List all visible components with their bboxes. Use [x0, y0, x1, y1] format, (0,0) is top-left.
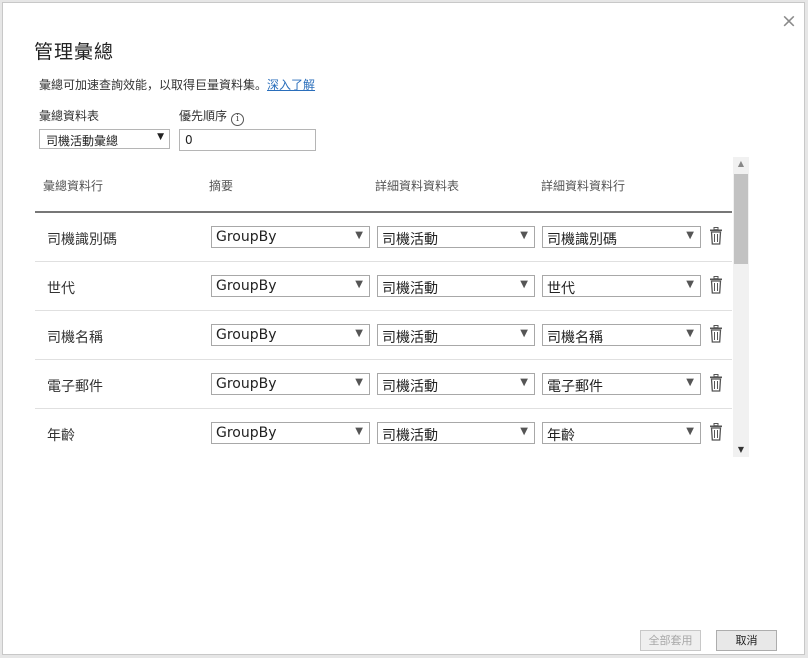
- row-name: 司機名稱: [47, 330, 103, 346]
- chevron-down-icon: ▼: [520, 426, 528, 437]
- summarization-select[interactable]: GroupBy ▼: [211, 422, 370, 444]
- detail-column-value: 年齡: [547, 428, 575, 444]
- detail-column-value: 司機識別碼: [547, 232, 617, 248]
- row-name: 世代: [47, 281, 75, 297]
- detail-table-select[interactable]: 司機活動 ▼: [377, 422, 535, 444]
- chevron-down-icon: ▼: [686, 377, 694, 388]
- chevron-down-icon: ▼: [686, 328, 694, 339]
- close-icon[interactable]: ×: [779, 11, 799, 31]
- row-name: 司機識別碼: [47, 232, 117, 248]
- summarization-value: GroupBy: [216, 278, 277, 294]
- cancel-button[interactable]: 取消: [716, 630, 777, 651]
- chevron-down-icon: ▼: [355, 279, 363, 290]
- detail-column-value: 司機名稱: [547, 330, 603, 346]
- detail-column-select[interactable]: 司機名稱 ▼: [542, 324, 701, 346]
- summarization-select[interactable]: GroupBy ▼: [211, 324, 370, 346]
- detail-table-select[interactable]: 司機活動 ▼: [377, 373, 535, 395]
- table-row: 司機名稱 GroupBy ▼ 司機活動 ▼ 司機名稱 ▼: [35, 311, 732, 360]
- table-row: 司機識別碼 GroupBy ▼ 司機活動 ▼ 司機識別碼 ▼: [35, 213, 732, 262]
- detail-column-select[interactable]: 司機識別碼 ▼: [542, 226, 701, 248]
- scrollbar-thumb[interactable]: [734, 174, 748, 264]
- trash-icon[interactable]: [709, 423, 723, 441]
- table-row: 世代 GroupBy ▼ 司機活動 ▼ 世代 ▼: [35, 262, 732, 311]
- detail-column-select[interactable]: 世代 ▼: [542, 275, 701, 297]
- chevron-down-icon: ▼: [686, 279, 694, 290]
- chevron-down-icon: ▼: [355, 426, 363, 437]
- trash-icon[interactable]: [709, 325, 723, 343]
- summarization-value: GroupBy: [216, 425, 277, 441]
- detail-table-select[interactable]: 司機活動 ▼: [377, 226, 535, 248]
- aggregation-table-value: 司機活動彙總: [46, 134, 119, 148]
- manage-aggregations-dialog: × 管理彙總 彙總可加速查詢效能，以取得巨量資料集。深入了解 彙總資料表 司機活…: [2, 2, 805, 655]
- detail-column-value: 電子郵件: [547, 379, 603, 395]
- priority-input[interactable]: 0: [179, 129, 316, 151]
- detail-table-select[interactable]: 司機活動 ▼: [377, 275, 535, 297]
- chevron-down-icon: ▼: [520, 328, 528, 339]
- apply-all-button[interactable]: 全部套用: [640, 630, 701, 651]
- summarization-value: GroupBy: [216, 327, 277, 343]
- dialog-title: 管理彙總: [34, 41, 115, 63]
- trash-icon[interactable]: [709, 374, 723, 392]
- trash-icon[interactable]: [709, 227, 723, 245]
- chevron-down-icon: ▼: [686, 426, 694, 437]
- chevron-down-icon: ▼: [520, 230, 528, 241]
- learn-more-link[interactable]: 深入了解: [267, 78, 315, 92]
- header-summarization: 摘要: [209, 179, 234, 193]
- priority-label: 優先順序: [179, 109, 228, 123]
- vertical-scrollbar[interactable]: ▲ ▼: [733, 157, 749, 457]
- chevron-down-icon: ▼: [520, 377, 528, 388]
- summarization-select[interactable]: GroupBy ▼: [211, 275, 370, 297]
- header-detail-column: 詳細資料資料行: [541, 179, 626, 193]
- row-name: 年齡: [47, 428, 75, 444]
- chevron-down-icon: ▼: [520, 279, 528, 290]
- aggregation-table-select[interactable]: 司機活動彙總 ▼: [39, 129, 170, 149]
- detail-table-value: 司機活動: [382, 428, 438, 444]
- priority-label-group: 優先順序 i: [179, 107, 245, 126]
- detail-table-value: 司機活動: [382, 232, 438, 248]
- detail-table-value: 司機活動: [382, 281, 438, 297]
- detail-column-select[interactable]: 電子郵件 ▼: [542, 373, 701, 395]
- dialog-description: 彙總可加速查詢效能，以取得巨量資料集。深入了解: [39, 76, 315, 93]
- chevron-down-icon: ▼: [355, 328, 363, 339]
- detail-table-value: 司機活動: [382, 330, 438, 346]
- detail-table-select[interactable]: 司機活動 ▼: [377, 324, 535, 346]
- scroll-down-icon[interactable]: ▼: [733, 443, 749, 457]
- trash-icon[interactable]: [709, 276, 723, 294]
- summarization-select[interactable]: GroupBy ▼: [211, 226, 370, 248]
- summarization-value: GroupBy: [216, 376, 277, 392]
- detail-column-select[interactable]: 年齡 ▼: [542, 422, 701, 444]
- dropdown-arrow-icon: ▼: [157, 132, 164, 142]
- aggregation-table-label: 彙總資料表: [39, 109, 100, 123]
- detail-column-value: 世代: [547, 281, 575, 297]
- table-row: 年齡 GroupBy ▼ 司機活動 ▼ 年齡 ▼: [35, 409, 732, 458]
- summarization-value: GroupBy: [216, 229, 277, 245]
- chevron-down-icon: ▼: [355, 377, 363, 388]
- scroll-up-icon[interactable]: ▲: [733, 157, 749, 171]
- header-aggregation-column: 彙總資料行: [43, 179, 104, 193]
- info-icon[interactable]: i: [231, 113, 245, 126]
- row-name: 電子郵件: [47, 379, 103, 395]
- description-text: 彙總可加速查詢效能，以取得巨量資料集。: [39, 78, 268, 92]
- table-row: 電子郵件 GroupBy ▼ 司機活動 ▼ 電子郵件 ▼: [35, 360, 732, 409]
- chevron-down-icon: ▼: [686, 230, 694, 241]
- detail-table-value: 司機活動: [382, 379, 438, 395]
- summarization-select[interactable]: GroupBy ▼: [211, 373, 370, 395]
- header-detail-table: 詳細資料資料表: [375, 179, 460, 193]
- chevron-down-icon: ▼: [355, 230, 363, 241]
